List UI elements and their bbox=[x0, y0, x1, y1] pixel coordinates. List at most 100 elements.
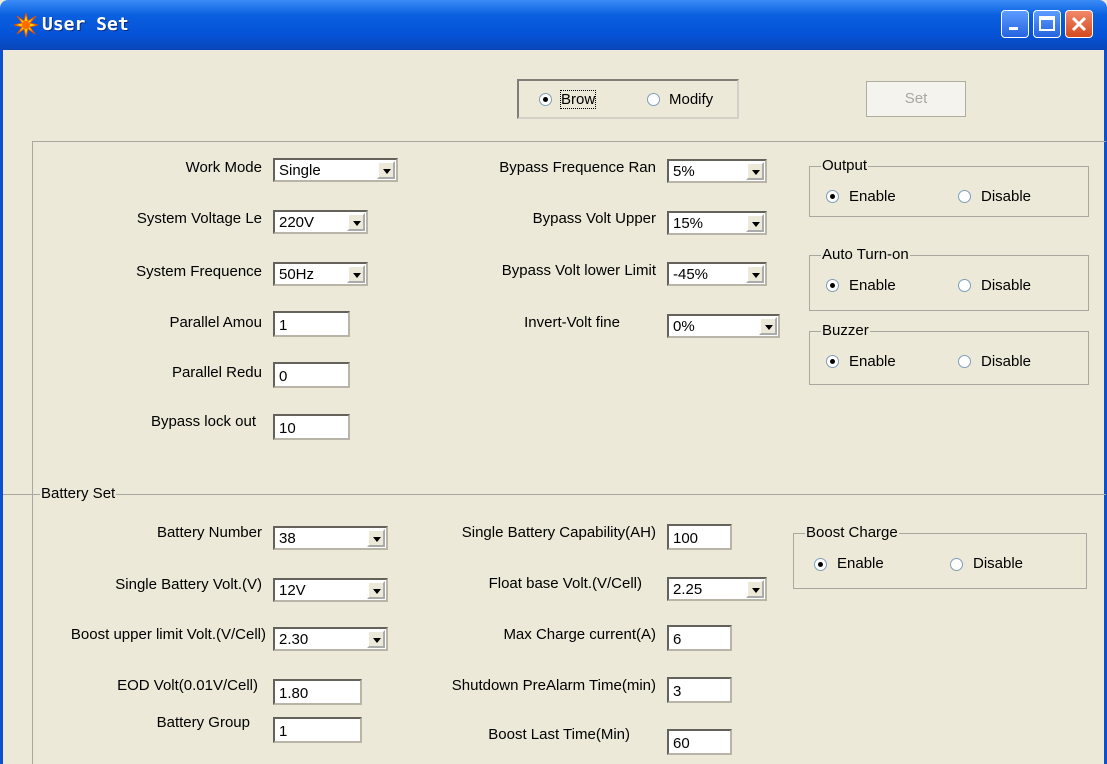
bypass-freq-range-label: Bypass Frequence Ran bbox=[499, 159, 656, 176]
minimize-button[interactable] bbox=[1001, 10, 1029, 38]
auto-turn-on-disable-label[interactable]: Disable bbox=[981, 277, 1031, 294]
modify-label[interactable]: Modify bbox=[669, 91, 713, 108]
system-voltage-value: 220V bbox=[279, 214, 315, 231]
system-frequence-select[interactable]: 50Hz bbox=[273, 262, 368, 286]
boost-upper-limit-select[interactable]: 2.30 bbox=[273, 627, 388, 651]
boost-charge-enable-radio[interactable] bbox=[814, 558, 827, 571]
chevron-down-icon[interactable] bbox=[367, 630, 385, 648]
parallel-redundancy-value: 0 bbox=[279, 368, 288, 385]
buzzer-enable-radio[interactable] bbox=[826, 355, 839, 368]
output-disable-radio[interactable] bbox=[958, 190, 971, 203]
float-base-volt-value: 2.25 bbox=[673, 581, 703, 598]
buzzer-enable-label[interactable]: Enable bbox=[849, 353, 896, 370]
bypass-volt-lower-label: Bypass Volt lower Limit bbox=[501, 262, 656, 279]
output-disable-label[interactable]: Disable bbox=[981, 188, 1031, 205]
window-title: User Set bbox=[42, 14, 129, 35]
invert-volt-fine-select[interactable]: 0% bbox=[667, 314, 780, 338]
battery-number-label: Battery Number bbox=[156, 524, 262, 541]
shutdown-prealarm-label: Shutdown PreAlarm Time(min) bbox=[451, 677, 656, 694]
boost-last-time-input[interactable]: 60 bbox=[667, 729, 732, 755]
parallel-amount-input[interactable]: 1 bbox=[273, 311, 350, 337]
buzzer-disable-label[interactable]: Disable bbox=[981, 353, 1031, 370]
bypass-lockout-value: 10 bbox=[279, 420, 296, 437]
max-charge-current-value: 6 bbox=[673, 631, 682, 648]
bypass-lockout-label: Bypass lock out bbox=[150, 413, 256, 430]
buzzer-group-title: Buzzer bbox=[821, 322, 870, 339]
chevron-down-icon[interactable] bbox=[746, 214, 764, 232]
boost-upper-limit-label: Boost upper limit Volt.(V/Cell) bbox=[70, 626, 266, 643]
battery-group-label: Battery Group bbox=[156, 714, 250, 731]
battery-group-value: 1 bbox=[279, 723, 288, 740]
bypass-freq-range-value: 5% bbox=[673, 163, 695, 180]
boost-last-time-value: 60 bbox=[673, 735, 690, 752]
single-battery-capability-label: Single Battery Capability(AH) bbox=[461, 524, 656, 541]
single-battery-volt-select[interactable]: 12V bbox=[273, 578, 388, 602]
app-burst-icon bbox=[14, 13, 38, 37]
boost-charge-enable-label[interactable]: Enable bbox=[837, 555, 884, 572]
parallel-redundancy-label: Parallel Redu bbox=[171, 364, 262, 381]
close-icon bbox=[1071, 16, 1087, 32]
work-mode-label: Work Mode bbox=[185, 159, 262, 176]
system-frequence-value: 50Hz bbox=[279, 266, 315, 283]
auto-turn-on-enable-label[interactable]: Enable bbox=[849, 277, 896, 294]
parallel-redundancy-input[interactable]: 0 bbox=[273, 362, 350, 388]
float-base-volt-label: Float base Volt.(V/Cell) bbox=[488, 575, 642, 592]
boost-upper-limit-value: 2.30 bbox=[279, 631, 309, 648]
chevron-down-icon[interactable] bbox=[759, 317, 777, 335]
chevron-down-icon[interactable] bbox=[746, 580, 764, 598]
maximize-icon bbox=[1039, 16, 1055, 31]
boost-charge-disable-label[interactable]: Disable bbox=[973, 555, 1023, 572]
float-base-volt-select[interactable]: 2.25 bbox=[667, 577, 767, 601]
eod-volt-value: 1.80 bbox=[279, 685, 309, 702]
shutdown-prealarm-input[interactable]: 3 bbox=[667, 677, 732, 703]
auto-turn-on-disable-radio[interactable] bbox=[958, 279, 971, 292]
chevron-down-icon[interactable] bbox=[347, 265, 365, 283]
shutdown-prealarm-value: 3 bbox=[673, 683, 682, 700]
chevron-down-icon[interactable] bbox=[746, 265, 764, 283]
close-button[interactable] bbox=[1065, 10, 1093, 38]
modify-radio[interactable] bbox=[647, 93, 660, 106]
browse-radio[interactable] bbox=[539, 93, 552, 106]
bypass-freq-range-select[interactable]: 5% bbox=[667, 159, 767, 183]
auto-turn-on-group-title: Auto Turn-on bbox=[821, 246, 910, 263]
auto-turn-on-enable-radio[interactable] bbox=[826, 279, 839, 292]
battery-number-select[interactable]: 38 bbox=[273, 526, 388, 550]
output-enable-label[interactable]: Enable bbox=[849, 188, 896, 205]
system-frequence-label: System Frequence bbox=[136, 263, 262, 280]
output-enable-radio[interactable] bbox=[826, 190, 839, 203]
minimize-icon bbox=[1009, 27, 1018, 30]
work-mode-select[interactable]: Single bbox=[273, 158, 398, 182]
max-charge-current-label: Max Charge current(A) bbox=[503, 626, 656, 643]
boost-charge-disable-radio[interactable] bbox=[950, 558, 963, 571]
boost-charge-group-title: Boost Charge bbox=[805, 524, 899, 541]
eod-volt-label: EOD Volt(0.01V/Cell) bbox=[117, 677, 258, 694]
set-button[interactable]: Set bbox=[866, 81, 966, 117]
battery-set-title: Battery Set bbox=[40, 485, 117, 502]
maximize-button[interactable] bbox=[1033, 10, 1061, 38]
bypass-volt-upper-select[interactable]: 15% bbox=[667, 211, 767, 235]
boost-last-time-label: Boost Last Time(Min) bbox=[488, 726, 630, 743]
bypass-volt-upper-value: 15% bbox=[673, 215, 704, 232]
bypass-volt-lower-select[interactable]: -45% bbox=[667, 262, 767, 286]
invert-volt-fine-label: Invert-Volt fine bbox=[524, 314, 620, 331]
bypass-volt-upper-label: Bypass Volt Upper bbox=[532, 210, 656, 227]
single-battery-capability-input[interactable]: 100 bbox=[667, 524, 732, 550]
single-battery-volt-value: 12V bbox=[279, 582, 306, 599]
max-charge-current-input[interactable]: 6 bbox=[667, 625, 732, 651]
browse-label[interactable]: Brow bbox=[559, 90, 597, 109]
parallel-amount-value: 1 bbox=[279, 317, 288, 334]
bypass-lockout-input[interactable]: 10 bbox=[273, 414, 350, 440]
chevron-down-icon[interactable] bbox=[377, 161, 395, 179]
single-battery-volt-label: Single Battery Volt.(V) bbox=[115, 576, 262, 593]
chevron-down-icon[interactable] bbox=[367, 581, 385, 599]
output-group-title: Output bbox=[821, 157, 869, 174]
chevron-down-icon[interactable] bbox=[367, 529, 385, 547]
eod-volt-input[interactable]: 1.80 bbox=[273, 679, 362, 705]
buzzer-disable-radio[interactable] bbox=[958, 355, 971, 368]
chevron-down-icon[interactable] bbox=[746, 162, 764, 180]
system-voltage-select[interactable]: 220V bbox=[273, 210, 368, 234]
system-voltage-label: System Voltage Le bbox=[136, 210, 262, 227]
battery-group-input[interactable]: 1 bbox=[273, 717, 362, 743]
chevron-down-icon[interactable] bbox=[347, 213, 365, 231]
invert-volt-fine-value: 0% bbox=[673, 318, 695, 335]
